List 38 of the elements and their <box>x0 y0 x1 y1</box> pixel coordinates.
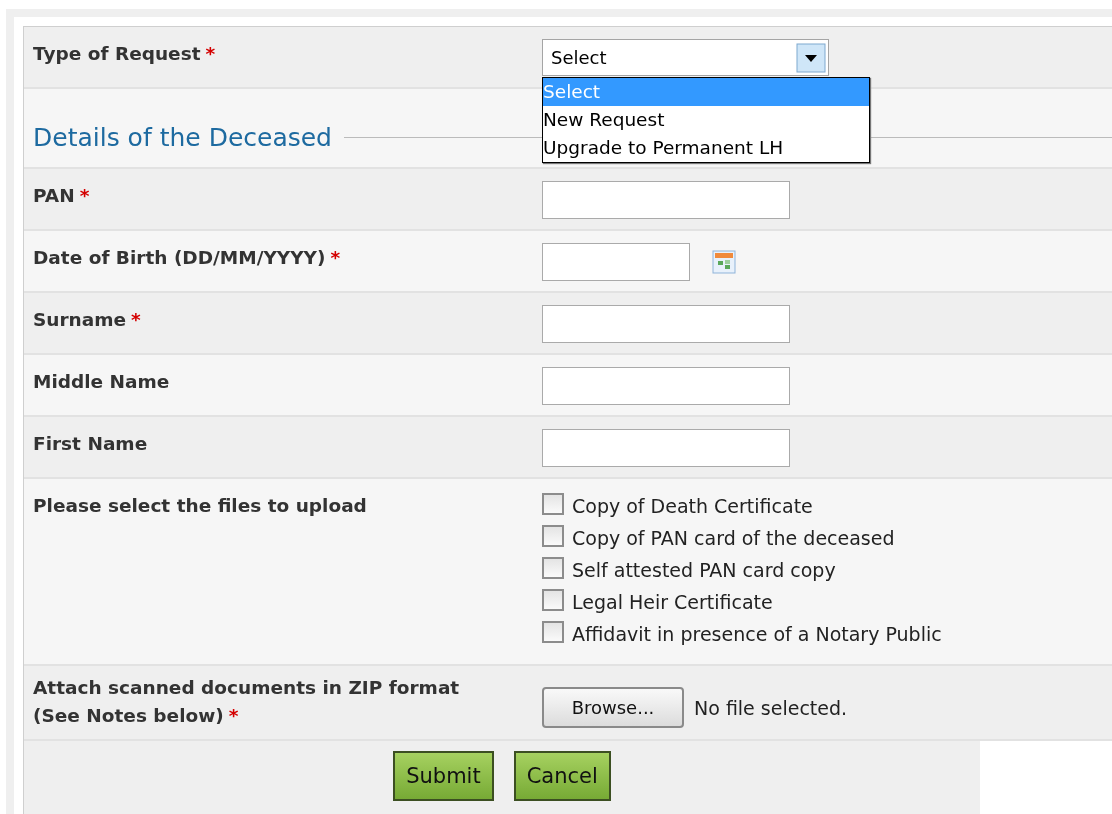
required-mark: * <box>205 43 216 64</box>
field-label: Type of Request <box>33 43 201 64</box>
required-mark: * <box>131 309 141 330</box>
cancel-button[interactable]: Cancel <box>513 751 611 801</box>
required-mark: * <box>330 247 341 268</box>
checkbox-label: Legal Heir Certificate <box>572 591 773 613</box>
checkbox[interactable] <box>542 621 564 643</box>
field-label: Middle Name <box>33 371 170 392</box>
file-status: No file selected. <box>694 696 848 719</box>
checkbox-label: Affidavit in presence of a Notary Public <box>572 623 942 645</box>
dropdown-option[interactable]: New Request <box>543 106 869 134</box>
checkbox[interactable] <box>542 493 564 515</box>
checkbox[interactable] <box>542 525 564 547</box>
calendar-icon[interactable] <box>712 250 736 274</box>
dropdown-option[interactable]: Upgrade to Permanent LH <box>543 134 869 162</box>
field-label: Date of Birth (DD/MM/YYYY) <box>33 247 326 268</box>
text-field[interactable] <box>542 429 790 467</box>
text-field[interactable] <box>542 305 790 343</box>
field-label: PAN <box>33 185 75 206</box>
browse-button[interactable]: Browse... <box>542 687 684 728</box>
required-mark: * <box>228 704 239 728</box>
field-label: Attach scanned documents in ZIP format <box>33 676 460 700</box>
field-label: (See Notes below) <box>33 704 224 728</box>
checkbox[interactable] <box>542 589 564 611</box>
text-field[interactable] <box>542 181 790 219</box>
submit-button[interactable]: Submit <box>393 751 494 801</box>
request-type-dropdown[interactable]: Select <box>542 39 829 76</box>
text-field[interactable] <box>542 367 790 405</box>
required-mark: * <box>79 185 90 206</box>
field-label: Please select the files to upload <box>33 495 367 516</box>
checkbox-label: Copy of Death Certificate <box>572 495 813 517</box>
checkbox[interactable] <box>542 557 564 579</box>
field-label: First Name <box>33 433 148 454</box>
field-label: Surname <box>33 309 127 330</box>
checkbox-label: Self attested PAN card copy <box>572 559 836 581</box>
checkbox-label: Copy of PAN card of the deceased <box>572 527 895 549</box>
date-field[interactable] <box>542 243 690 281</box>
section-title: Details of the Deceased <box>33 122 332 152</box>
